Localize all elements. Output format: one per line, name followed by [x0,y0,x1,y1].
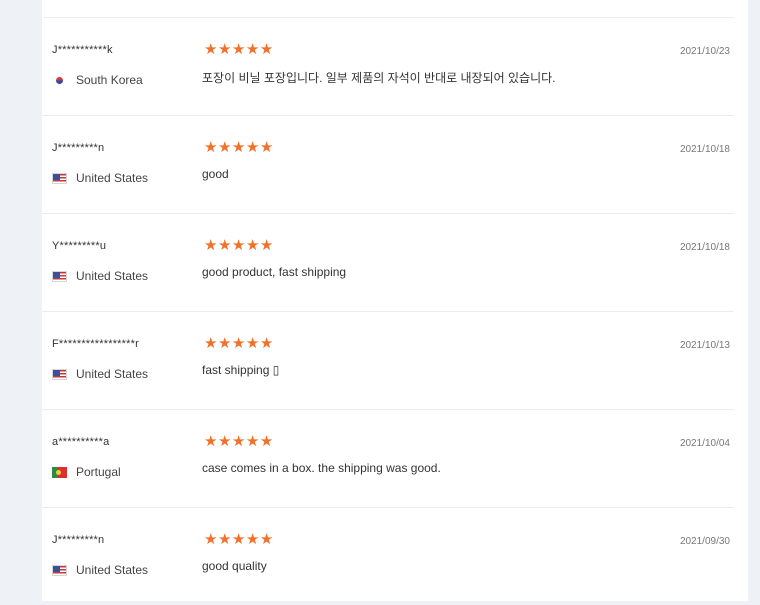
us-flag-icon [52,368,67,380]
pt-flag-icon [52,466,67,478]
star-rating: ★★★★★ [204,238,274,253]
reviewer-name: a**********a [52,436,110,448]
reviewer-country: United States [52,269,148,283]
country-name: United States [76,269,149,283]
review-item: J*********n United States ★★★★★ good 202… [42,116,734,214]
star-icon: ★ [204,237,218,254]
star-icon: ★ [217,139,232,156]
review-list-panel: J***********k South Korea ★★★★★ 포장이 비닐 포… [42,0,748,601]
star-icon: ★ [204,531,218,548]
reviewer-name: J***********k [52,44,113,56]
reviewer-name: F*****************r [52,338,139,350]
star-icon: ★ [231,335,246,352]
page-edge [748,0,760,601]
star-icon: ★ [259,335,274,352]
star-icon: ★ [259,139,274,156]
review-date: 2021/09/30 [679,536,730,547]
star-icon: ★ [245,41,260,58]
review-date: 2021/10/13 [679,340,730,351]
review-text: good quality [202,559,267,573]
review-date: 2021/10/18 [679,144,730,155]
review-item: F*****************r United States ★★★★★ … [42,312,734,410]
star-icon: ★ [217,531,232,548]
country-name: United States [76,367,149,381]
star-rating: ★★★★★ [204,532,274,547]
star-icon: ★ [231,531,246,548]
star-icon: ★ [217,433,232,450]
review-date: 2021/10/18 [679,242,730,253]
country-name: South Korea [76,73,143,87]
reviewer-country: Portugal [52,465,121,479]
country-name: United States [76,563,149,577]
star-icon: ★ [245,531,260,548]
reviewer-country: South Korea [52,73,143,87]
star-icon: ★ [231,237,246,254]
reviewer-name: Y*********u [52,240,107,252]
country-name: Portugal [76,465,121,479]
us-flag-icon [52,270,67,282]
review-item: Y*********u United States ★★★★★ good pro… [42,214,734,312]
star-icon: ★ [245,237,260,254]
star-icon: ★ [259,433,274,450]
star-rating: ★★★★★ [204,434,274,449]
star-icon: ★ [217,41,232,58]
review-text: 포장이 비닐 포장입니다. 일부 제품의 자석이 반대로 내장되어 있습니다. [202,71,556,85]
review-text: good [202,167,229,181]
star-rating: ★★★★★ [204,42,274,57]
star-icon: ★ [259,237,274,254]
star-icon: ★ [245,433,260,450]
star-rating: ★★★★★ [204,140,274,155]
us-flag-icon [52,564,67,576]
star-icon: ★ [259,531,274,548]
star-icon: ★ [245,335,260,352]
star-icon: ★ [217,237,232,254]
star-icon: ★ [231,41,246,58]
kr-flag-icon [52,74,67,86]
star-icon: ★ [204,433,218,450]
reviewer-country: United States [52,171,148,185]
star-rating: ★★★★★ [204,336,274,351]
review-text: good product, fast shipping [202,265,347,279]
star-icon: ★ [231,433,246,450]
star-icon: ★ [204,335,218,352]
reviewer-country: United States [52,563,148,577]
star-icon: ★ [231,139,246,156]
star-icon: ★ [245,139,260,156]
review-date: 2021/10/04 [679,438,730,449]
star-icon: ★ [217,335,232,352]
us-flag-icon [52,172,67,184]
review-item: J*********n United States ★★★★★ good qua… [42,508,734,605]
review-text: fast shipping ▯ [202,363,280,377]
reviewer-name: J*********n [52,142,105,154]
review-item: J***********k South Korea ★★★★★ 포장이 비닐 포… [42,18,734,116]
star-icon: ★ [204,41,218,58]
review-item: a**********a Portugal ★★★★★ case comes i… [42,410,734,508]
reviewer-name: J*********n [52,534,105,546]
star-icon: ★ [204,139,218,156]
review-date: 2021/10/23 [679,46,730,57]
star-icon: ★ [259,41,274,58]
country-name: United States [76,171,149,185]
review-text: case comes in a box. the shipping was go… [202,461,441,475]
reviewer-country: United States [52,367,148,381]
